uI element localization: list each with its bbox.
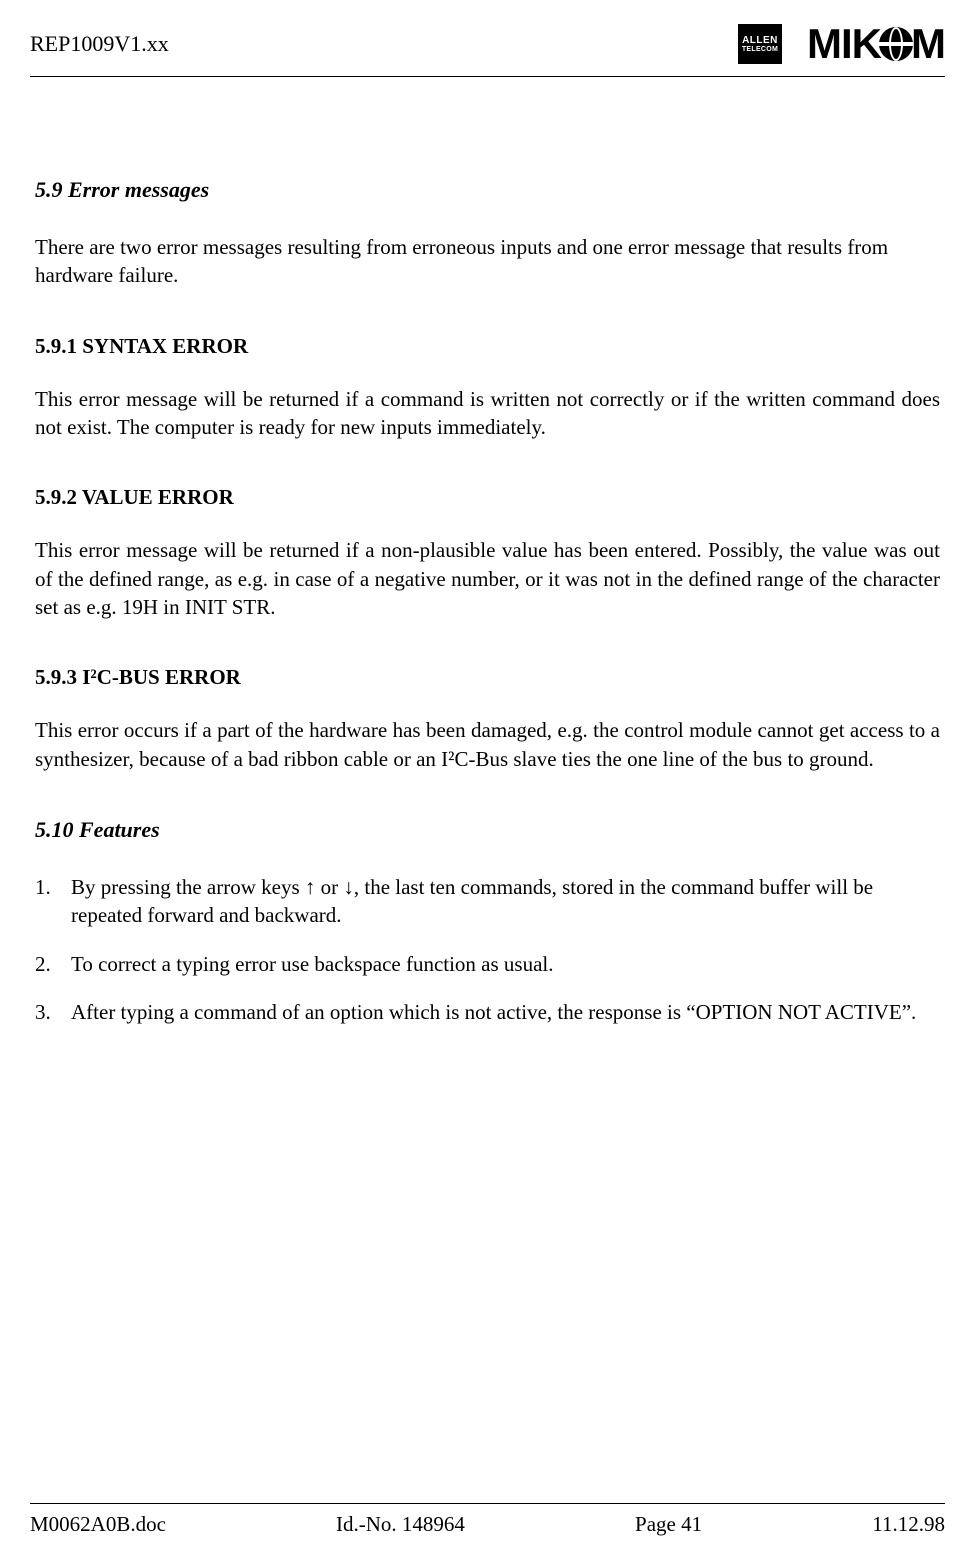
heading-5-9-1: 5.9.1 SYNTAX ERROR bbox=[35, 334, 940, 359]
footer-idno: Id.-No. 148964 bbox=[336, 1512, 465, 1537]
heading-5-10: 5.10 Features bbox=[35, 817, 940, 843]
intro-5-9: There are two error messages resulting f… bbox=[35, 233, 940, 290]
heading-5-9-3: 5.9.3 I²C-BUS ERROR bbox=[35, 665, 940, 690]
mikom-logo: MIK M bbox=[807, 20, 945, 68]
allen-logo-line2: TELECOM bbox=[742, 46, 778, 53]
page-header: REP1009V1.xx ALLEN TELECOM MIK M bbox=[30, 20, 945, 77]
page-footer: M0062A0B.doc Id.-No. 148964 Page 41 11.1… bbox=[30, 1503, 945, 1537]
logo-group: ALLEN TELECOM MIK M bbox=[738, 20, 945, 68]
footer-file: M0062A0B.doc bbox=[30, 1512, 166, 1537]
features-list: By pressing the arrow keys ↑ or ↓, the l… bbox=[35, 873, 940, 1026]
heading-5-9-2: 5.9.2 VALUE ERROR bbox=[35, 485, 940, 510]
doc-id: REP1009V1.xx bbox=[30, 31, 169, 57]
allen-telecom-logo: ALLEN TELECOM bbox=[738, 24, 782, 64]
list-item: After typing a command of an option whic… bbox=[35, 998, 940, 1026]
footer-date: 11.12.98 bbox=[872, 1512, 945, 1537]
mikom-text-post: M bbox=[911, 20, 945, 68]
footer-page: Page 41 bbox=[635, 1512, 702, 1537]
page-content: 5.9 Error messages There are two error m… bbox=[30, 177, 945, 1026]
heading-5-9: 5.9 Error messages bbox=[35, 177, 940, 203]
body-5-9-2: This error message will be returned if a… bbox=[35, 536, 940, 621]
list-item: By pressing the arrow keys ↑ or ↓, the l… bbox=[35, 873, 940, 930]
body-5-9-3: This error occurs if a part of the hardw… bbox=[35, 716, 940, 773]
mikom-text-pre: MIK bbox=[807, 20, 881, 68]
globe-icon bbox=[879, 27, 913, 61]
allen-logo-line1: ALLEN bbox=[742, 35, 778, 46]
body-5-9-1: This error message will be returned if a… bbox=[35, 385, 940, 442]
list-item: To correct a typing error use backspace … bbox=[35, 950, 940, 978]
